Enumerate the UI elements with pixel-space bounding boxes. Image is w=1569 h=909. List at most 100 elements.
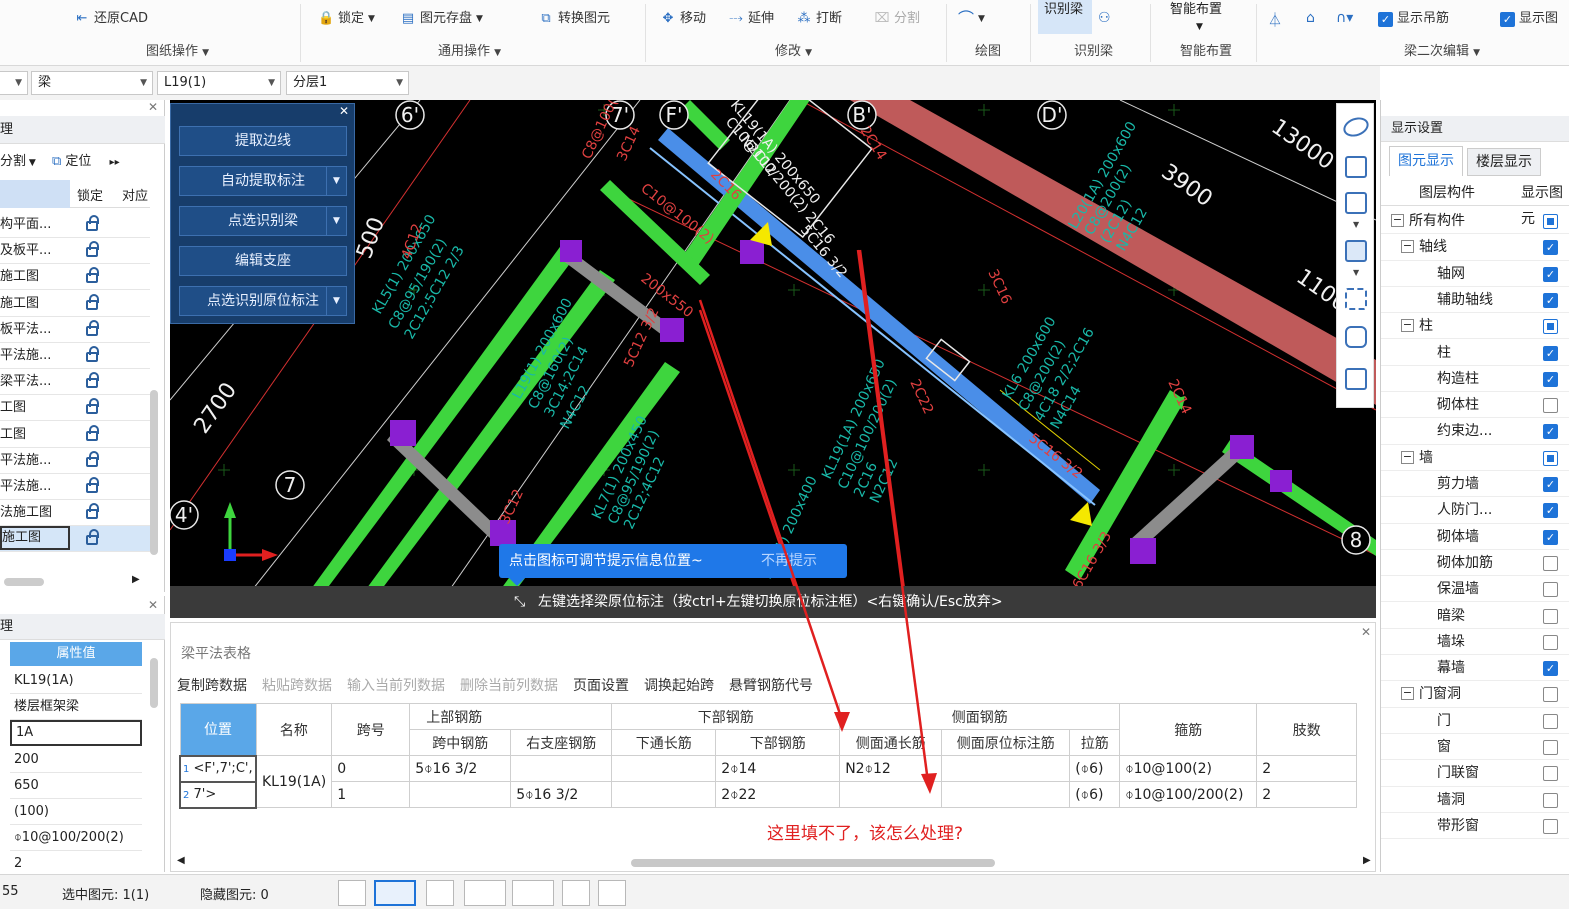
legs-cell[interactable]: 2 bbox=[1256, 781, 1358, 808]
horizontal-scrollbar[interactable] bbox=[4, 578, 44, 586]
edit-support-button[interactable]: 编辑支座 bbox=[179, 246, 347, 276]
visibility-checkbox[interactable] bbox=[1543, 608, 1558, 624]
curve-icon[interactable] bbox=[598, 880, 626, 906]
property-value-row[interactable]: 楼层框架梁 bbox=[10, 694, 142, 721]
col-position[interactable]: 位置 bbox=[179, 703, 257, 756]
beam-annotation-text[interactable]: 3C14 bbox=[614, 124, 644, 164]
visibility-checkbox[interactable]: ✓ bbox=[1543, 477, 1558, 492]
layer-tree-item[interactable]: 墙垛 bbox=[1381, 629, 1569, 656]
visibility-checkbox[interactable] bbox=[1543, 214, 1558, 229]
chevron-down-icon[interactable]: ▼ bbox=[1353, 220, 1359, 229]
visibility-checkbox[interactable] bbox=[1543, 687, 1558, 703]
col-side-through[interactable]: 侧面通长筋 bbox=[839, 729, 943, 756]
mid-span-cell[interactable]: 5⌽16 3/2 bbox=[409, 755, 512, 782]
layer-tree-item[interactable]: 轴网 ✓ bbox=[1381, 261, 1569, 287]
lock-icon[interactable] bbox=[86, 477, 99, 493]
layer-tree-item[interactable]: 窗 bbox=[1381, 734, 1569, 761]
position-cell[interactable]: 1 <F',7';C', bbox=[179, 754, 257, 783]
name-column-header[interactable] bbox=[0, 180, 70, 208]
table-action-button[interactable]: 删除当前列数据 bbox=[460, 675, 558, 697]
horizontal-scrollbar[interactable] bbox=[631, 859, 995, 867]
visibility-checkbox[interactable] bbox=[1543, 319, 1558, 335]
beam-annotation-text[interactable]: 3C12 bbox=[497, 487, 527, 527]
layer-tree-item[interactable]: 砌体墙 ✓ bbox=[1381, 524, 1569, 550]
scroll-right-icon[interactable]: ▶ bbox=[132, 574, 140, 585]
table-action-button[interactable]: 粘贴跨数据 bbox=[262, 675, 332, 697]
layer-tree-item[interactable]: 约束边... ✓ bbox=[1381, 418, 1569, 445]
layer-tree-item[interactable]: 保温墙 bbox=[1381, 576, 1569, 603]
close-icon[interactable]: ✕ bbox=[339, 104, 349, 118]
property-value-row[interactable]: (100) bbox=[10, 799, 142, 825]
tree-toggle-icon[interactable]: − bbox=[1401, 319, 1414, 333]
visibility-checkbox[interactable]: ✓ bbox=[1543, 266, 1558, 282]
property-value-row[interactable]: 650 bbox=[10, 773, 142, 799]
layer-tree-item[interactable]: 暗梁 bbox=[1381, 603, 1569, 629]
hanger-edit-icon[interactable]: ∩▾ bbox=[1336, 10, 1353, 26]
bottom-through-cell[interactable] bbox=[611, 755, 717, 782]
name-cell[interactable]: KL19(1A) bbox=[255, 755, 333, 808]
visibility-checkbox[interactable] bbox=[1543, 450, 1558, 466]
drawing-list-item[interactable]: 工图 bbox=[0, 422, 150, 448]
group-modify[interactable]: 修改 ▼ bbox=[775, 40, 812, 59]
chevron-down-icon[interactable]: ▼ bbox=[326, 287, 346, 315]
split-drawing-button[interactable]: 分割 bbox=[0, 154, 26, 169]
tree-toggle-icon[interactable]: − bbox=[1401, 240, 1414, 254]
vertical-scrollbar[interactable] bbox=[150, 390, 158, 555]
lock-column-header[interactable]: 锁定 bbox=[77, 185, 103, 204]
drawing-list-item[interactable]: 梁平法... bbox=[0, 369, 150, 396]
col-span[interactable]: 跨号 bbox=[331, 703, 411, 756]
beam-annotation-text[interactable]: 2C22 bbox=[906, 377, 936, 417]
visibility-checkbox[interactable]: ✓ bbox=[1543, 240, 1558, 256]
visibility-checkbox[interactable]: ✓ bbox=[1543, 345, 1558, 361]
col-side-rebar[interactable]: 侧面钢筋 bbox=[839, 703, 1121, 730]
lock-icon[interactable] bbox=[86, 450, 99, 467]
tree-toggle-icon[interactable]: − bbox=[1401, 687, 1414, 701]
position-cell[interactable]: 2 7'> bbox=[179, 780, 257, 809]
auto-extract-button[interactable]: 自动提取标注 ▼ bbox=[179, 166, 347, 196]
col-mid-span[interactable]: 跨中钢筋 bbox=[409, 729, 512, 756]
smart-layout-dropdown[interactable]: ▼ bbox=[1196, 22, 1203, 32]
view-3d-icon[interactable] bbox=[1345, 156, 1367, 178]
layer-select[interactable]: 分层1 ▼ bbox=[286, 71, 409, 95]
layer-tree-item[interactable]: 柱 ✓ bbox=[1381, 340, 1569, 366]
pick-original-button[interactable]: 点选识别原位标注 ▼ bbox=[179, 286, 347, 316]
visibility-checkbox[interactable]: ✓ bbox=[1543, 424, 1558, 440]
locate-button[interactable]: 定位 bbox=[65, 154, 91, 169]
print-icon[interactable] bbox=[562, 880, 590, 906]
show-hanger-toggle[interactable]: ✓ 显示吊筋 bbox=[1378, 8, 1449, 30]
visibility-checkbox[interactable]: ✓ bbox=[1543, 292, 1558, 308]
close-icon[interactable]: ✕ bbox=[148, 598, 158, 612]
lock-icon[interactable] bbox=[86, 529, 99, 546]
table-row[interactable]: 2 7'> 1 5⌽16 3/2 2⌽22 (⌽6) ⌽10@100/200(2… bbox=[179, 780, 1358, 809]
table-row[interactable]: 1 <F',7';C', KL19(1A) 0 5⌽16 3/2 2⌽14 N2… bbox=[179, 754, 1358, 808]
visibility-checkbox[interactable] bbox=[1543, 634, 1558, 650]
visibility-checkbox[interactable] bbox=[1543, 713, 1558, 729]
property-value-row[interactable]: KL19(1A) bbox=[10, 668, 142, 694]
extract-edges-button[interactable]: 提取边线 bbox=[179, 126, 347, 156]
layer-tree-item[interactable]: 砌体加筋 bbox=[1381, 550, 1569, 577]
col-name[interactable]: 名称 bbox=[255, 703, 333, 756]
tie-cell[interactable]: (⌽6) bbox=[1069, 781, 1121, 808]
col-right-support[interactable]: 右支座钢筋 bbox=[510, 729, 613, 756]
col-bottom-bars[interactable]: 下部钢筋 bbox=[715, 729, 841, 756]
col-bottom-through[interactable]: 下通长筋 bbox=[611, 729, 717, 756]
element-save-button[interactable]: ▤ 图元存盘 ▼ bbox=[400, 8, 483, 30]
pick-identify-button[interactable]: 点选识别梁 ▼ bbox=[179, 206, 347, 236]
bottom-bars-cell[interactable]: 2⌽22 bbox=[715, 781, 841, 808]
split-button[interactable]: ⌧ 分割 bbox=[874, 8, 921, 30]
drawing-list-item[interactable]: 工图 bbox=[0, 395, 150, 422]
show-other-checkbox[interactable]: ✓ bbox=[1500, 11, 1515, 27]
layer-tree-item[interactable]: 带形窗 bbox=[1381, 813, 1569, 840]
offset-mode-icon[interactable] bbox=[512, 880, 554, 906]
visibility-checkbox[interactable]: ✓ bbox=[1543, 371, 1558, 387]
drawing-list-item[interactable]: 平法施... bbox=[0, 448, 150, 474]
cross-mode-icon[interactable] bbox=[426, 880, 454, 906]
drawing-list-item[interactable]: 平法施... bbox=[0, 343, 150, 369]
lock-icon[interactable] bbox=[86, 215, 99, 231]
layer-tree-item[interactable]: 幕墙 ✓ bbox=[1381, 655, 1569, 682]
convert-element-button[interactable]: ⧉ 转换图元 bbox=[538, 8, 610, 30]
drawing-list-item[interactable]: 施工图 bbox=[0, 264, 150, 291]
lock-icon[interactable] bbox=[86, 267, 99, 284]
group-beam-edit[interactable]: 梁二次编辑 ▼ bbox=[1404, 40, 1480, 59]
group-drawing-ops[interactable]: 图纸操作 ▼ bbox=[146, 40, 209, 59]
